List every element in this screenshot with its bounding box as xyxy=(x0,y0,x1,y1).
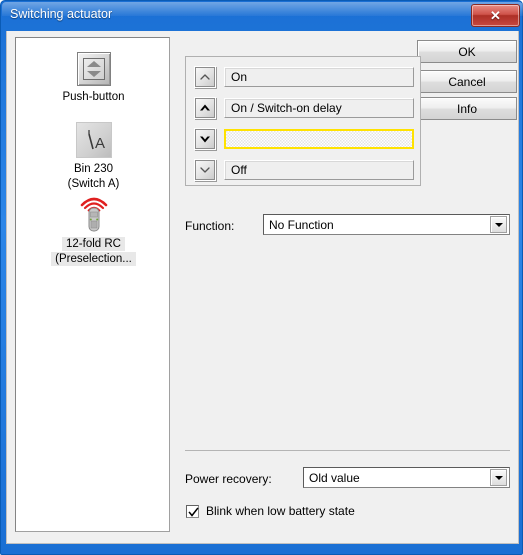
power-recovery-select-value: Old value xyxy=(309,470,360,485)
power-recovery-select[interactable]: Old value xyxy=(303,467,510,488)
chevron-down-icon[interactable] xyxy=(490,216,507,233)
remote-control-icon xyxy=(16,193,171,233)
chevron-up-thin-icon[interactable] xyxy=(194,66,216,88)
power-recovery-label: Power recovery: xyxy=(185,472,272,486)
state-row-on[interactable]: On xyxy=(194,66,414,88)
state-list-frame: On On / Switch-on delay Off xyxy=(185,56,421,186)
close-x-icon: ✕ xyxy=(490,8,501,23)
info-button-label: Info xyxy=(456,101,477,116)
device-label-secondary: (Preselection... xyxy=(51,252,136,266)
close-button[interactable]: ✕ xyxy=(471,4,520,27)
checkmark-icon xyxy=(188,506,199,517)
svg-text:A: A xyxy=(95,135,105,152)
ok-button-label: OK xyxy=(458,44,476,59)
device-label: Push-button xyxy=(62,91,125,103)
state-row-empty-selected[interactable] xyxy=(194,128,414,150)
switch-icon: A xyxy=(16,118,171,158)
cancel-button[interactable]: Cancel xyxy=(417,70,517,93)
dialog-content: OK Cancel Info On On / Switch-on delay O… xyxy=(177,31,518,543)
chevron-down-bold-icon[interactable] xyxy=(194,128,216,150)
function-select-value: No Function xyxy=(269,217,334,232)
ok-button[interactable]: OK xyxy=(417,40,517,63)
chevron-down-icon[interactable] xyxy=(490,469,507,486)
section-divider xyxy=(185,450,510,451)
blink-low-battery-label: Blink when low battery state xyxy=(206,504,355,518)
dialog-window: Switching actuator ✕ Push-button A Bin 2… xyxy=(0,0,523,555)
window-title: Switching actuator xyxy=(10,7,113,21)
chevron-down-thin-icon[interactable] xyxy=(194,159,216,181)
state-row-off[interactable]: Off xyxy=(194,159,414,181)
device-tree-panel[interactable]: Push-button A Bin 230 (Switch A) 12-fold… xyxy=(15,37,170,532)
state-row-value[interactable]: Off xyxy=(224,160,414,180)
chevron-up-bold-icon[interactable] xyxy=(194,97,216,119)
state-row-on-switch-on-delay[interactable]: On / Switch-on delay xyxy=(194,97,414,119)
function-label: Function: xyxy=(185,219,235,233)
push-button-icon xyxy=(16,46,171,86)
device-item-12-fold-rc[interactable]: 12-fold RC (Preselection... xyxy=(16,193,171,266)
device-label: 12-fold RC xyxy=(62,237,125,251)
cancel-button-label: Cancel xyxy=(448,74,486,89)
state-row-value[interactable]: On / Switch-on delay xyxy=(224,98,414,118)
title-bar[interactable]: Switching actuator ✕ xyxy=(1,1,523,31)
blink-low-battery-checkbox[interactable] xyxy=(186,504,199,518)
dialog-client-area: Push-button A Bin 230 (Switch A) 12-fold… xyxy=(6,31,519,544)
state-row-value[interactable] xyxy=(224,129,414,149)
device-label-secondary: (Switch A) xyxy=(67,178,120,190)
info-button[interactable]: Info xyxy=(417,97,517,120)
blink-low-battery-checkbox-row[interactable]: Blink when low battery state xyxy=(186,504,355,518)
device-item-push-button[interactable]: Push-button xyxy=(16,46,171,104)
state-row-value[interactable]: On xyxy=(224,67,414,87)
function-select[interactable]: No Function xyxy=(263,214,510,235)
device-label: Bin 230 xyxy=(73,163,113,175)
device-item-bin-230[interactable]: A Bin 230 (Switch A) xyxy=(16,118,171,191)
